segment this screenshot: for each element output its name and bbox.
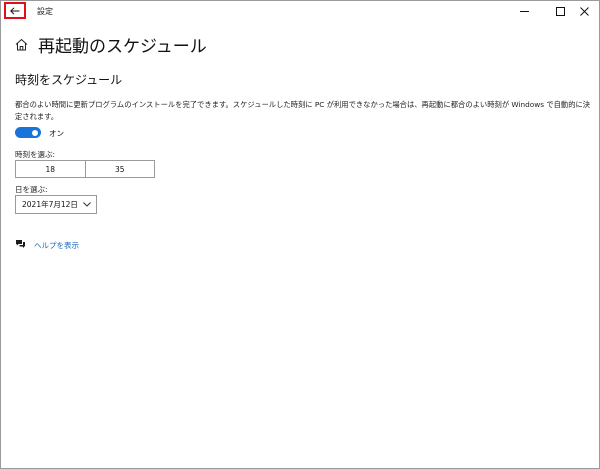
minimize-button[interactable]: [506, 1, 542, 22]
title-bar: 設定: [1, 1, 599, 22]
time-label: 時刻を選ぶ:: [15, 150, 56, 159]
date-dropdown-value: 2021年7月12日: [22, 200, 78, 209]
minute-field[interactable]: 35: [84, 161, 155, 177]
hour-field[interactable]: 18: [16, 161, 85, 177]
toggle-knob: [32, 129, 38, 136]
window-title: 設定: [37, 7, 53, 16]
date-dropdown[interactable]: 2021年7月12日: [15, 195, 97, 214]
maximize-icon: [555, 7, 565, 16]
toggle-label: オン: [49, 129, 64, 138]
close-icon: [579, 7, 589, 16]
settings-window: 設定 再起動のスケジュール 時刻をスケジュール 都合のよい時間に更新プログラムの…: [0, 0, 600, 469]
chevron-down-icon: [83, 202, 91, 207]
section-description: 都合のよい時間に更新プログラムのインストールを完了できます。スケジュールした時刻…: [15, 100, 591, 121]
back-button[interactable]: [4, 2, 26, 19]
help-link[interactable]: ヘルプを表示: [34, 240, 79, 251]
close-button[interactable]: [566, 1, 600, 22]
schedule-toggle[interactable]: [15, 127, 41, 138]
section-title: 時刻をスケジュール: [15, 73, 123, 87]
help-chat-icon: [16, 240, 25, 248]
page-title: 再起動のスケジュール: [38, 37, 207, 57]
minimize-icon: [519, 11, 529, 12]
day-label: 日を選ぶ:: [15, 185, 48, 194]
home-icon[interactable]: [15, 38, 28, 51]
time-picker[interactable]: 18 35: [15, 160, 155, 178]
back-arrow-icon: [10, 6, 20, 15]
